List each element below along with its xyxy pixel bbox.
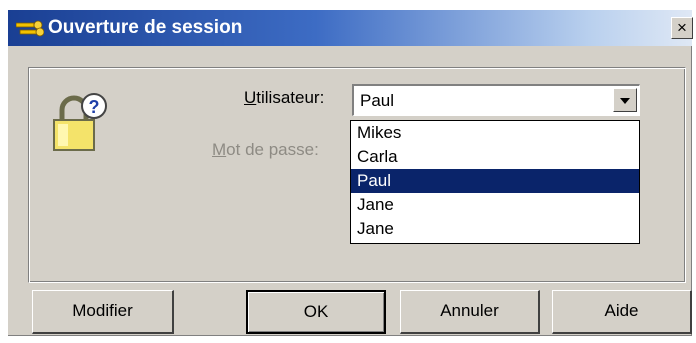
user-label: Utilisateur: [244,88,325,107]
dropdown-option[interactable]: Carla [351,145,639,169]
window-title: Ouverture de session [48,17,243,38]
user-dropdown-list[interactable]: Mikes Carla Paul Jane Jane [350,120,640,244]
close-button[interactable]: × [671,17,693,39]
help-button[interactable]: Aide [552,290,692,334]
dropdown-option[interactable]: Mikes [351,121,639,145]
svg-text:?: ? [89,97,100,117]
dropdown-option-selected[interactable]: Paul [351,169,639,193]
lock-question-icon: ? [53,93,107,151]
modify-button[interactable]: Modifier [32,290,174,334]
user-combobox-value: Paul [360,91,395,110]
user-combobox[interactable]: Paul [352,84,640,116]
password-label: Mot de passe: [212,140,319,159]
dropdown-option[interactable]: Jane [351,217,639,241]
dropdown-option[interactable]: Jane [351,193,639,217]
chevron-down-icon [620,98,630,104]
close-icon: × [677,18,687,37]
ok-button[interactable]: OK [246,290,386,334]
keys-icon [16,20,44,37]
title-bar[interactable]: Ouverture de session × [8,10,693,46]
cancel-button[interactable]: Annuler [400,290,540,334]
dropdown-button[interactable] [613,88,637,112]
